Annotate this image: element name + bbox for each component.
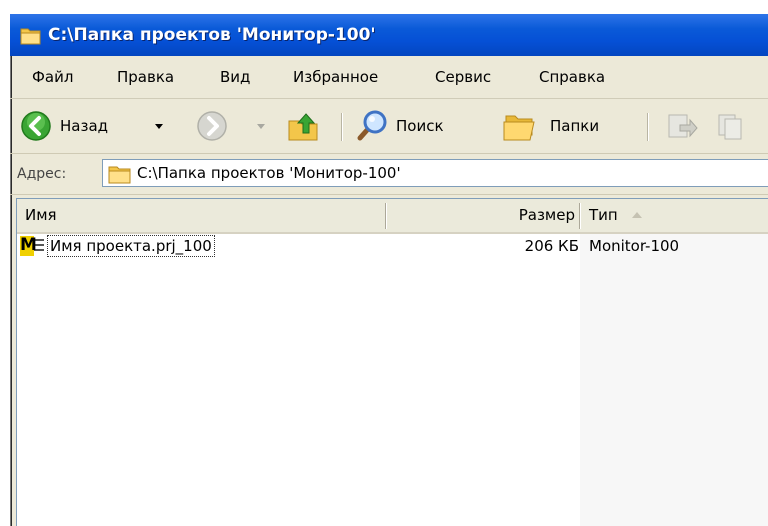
column-header-size[interactable]: Размер (387, 199, 579, 232)
menu-help[interactable]: Справка (539, 56, 605, 98)
column-header-type[interactable]: Тип (581, 199, 768, 232)
forward-arrow-icon[interactable] (196, 110, 228, 142)
column-header-name[interactable]: Имя (17, 199, 385, 232)
search-label: Поиск (396, 117, 444, 135)
address-field[interactable]: C:\Папка проектов 'Монитор-100' (102, 159, 768, 187)
column-header-size-label: Размер (518, 206, 575, 224)
table-row[interactable]: M Имя проекта.prj_100 206 КБ Monitor-100 (17, 234, 768, 258)
list-header: Имя Размер Тип (17, 199, 768, 234)
back-arrow-icon (21, 111, 51, 141)
window-title: C:\Папка проектов 'Монитор-100' (48, 25, 376, 45)
title-bar[interactable]: C:\Папка проектов 'Монитор-100' (10, 14, 768, 56)
folder-icon (108, 166, 131, 184)
file-size: 206 КБ (524, 237, 579, 255)
sort-ascending-icon (632, 212, 642, 218)
menu-bar: Файл Правка Вид Избранное Сервис Справка (10, 56, 768, 99)
back-button[interactable]: Назад (16, 99, 186, 153)
back-label: Назад (60, 117, 109, 135)
back-dropdown-icon[interactable] (154, 123, 164, 131)
address-label: Адрес: (17, 166, 67, 182)
folder-up-icon[interactable] (286, 109, 320, 143)
column-divider[interactable] (579, 203, 580, 229)
copy-to-icon[interactable] (716, 112, 748, 142)
column-header-name-label: Имя (25, 206, 57, 224)
toolbar-separator (341, 113, 342, 141)
explorer-window: C:\Папка проектов 'Монитор-100' Файл Пра… (10, 14, 768, 526)
address-value: C:\Папка проектов 'Монитор-100' (137, 164, 401, 182)
folder-icon (20, 28, 41, 45)
file-list: Имя Размер Тип M Имя проекта.prj_100 206… (16, 198, 768, 526)
menu-tools[interactable]: Сервис (435, 56, 491, 98)
search-button[interactable]: Поиск (354, 99, 484, 153)
file-icon-letter: M (20, 235, 37, 255)
screen: C:\Папка проектов 'Монитор-100' Файл Пра… (0, 0, 768, 526)
address-bar: Адрес: C:\Папка проектов 'Монитор-100' (10, 154, 768, 195)
move-to-icon[interactable] (666, 112, 698, 142)
forward-dropdown-icon[interactable] (256, 123, 266, 131)
column-header-type-label: Тип (589, 206, 618, 224)
folders-label: Папки (550, 117, 600, 135)
menu-favorites[interactable]: Избранное (293, 56, 378, 98)
folders-button[interactable]: Папки (502, 99, 632, 153)
menu-edit[interactable]: Правка (117, 56, 174, 98)
file-name[interactable]: Имя проекта.prj_100 (47, 235, 215, 257)
toolbar: Назад Поиск Папки (10, 99, 768, 154)
column-divider[interactable] (385, 203, 386, 229)
folders-icon (503, 115, 535, 141)
sorted-column-highlight (580, 234, 768, 526)
menu-view[interactable]: Вид (220, 56, 250, 98)
search-icon (357, 110, 387, 141)
toolbar-separator (647, 113, 648, 141)
file-type: Monitor-100 (589, 237, 680, 255)
menu-file[interactable]: Файл (32, 56, 73, 98)
